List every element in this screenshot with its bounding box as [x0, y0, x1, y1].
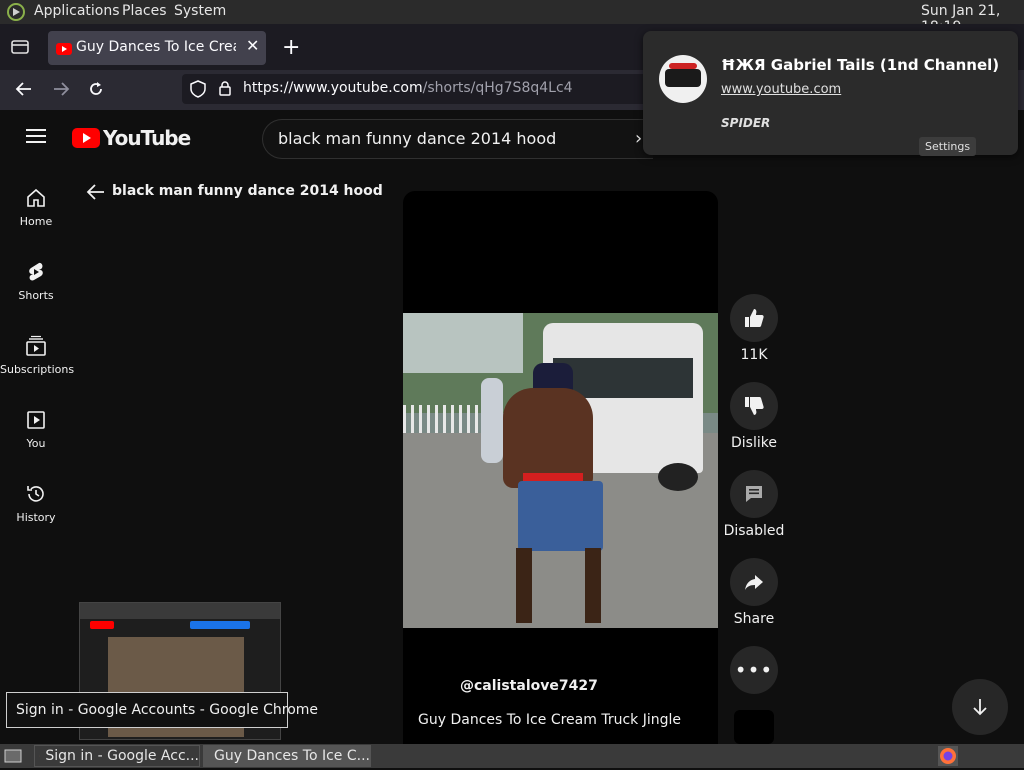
share-button[interactable]: [730, 558, 778, 606]
dislike-button[interactable]: [730, 382, 778, 430]
youtube-favicon-icon: [56, 40, 72, 59]
url-bar[interactable]: https://www.youtube.com/shorts/qHg7S8q4L…: [182, 74, 652, 104]
browser-tab[interactable]: Guy Dances To Ice Cream Tr ✕: [48, 31, 266, 65]
tab-close-icon[interactable]: ✕: [246, 36, 259, 55]
video-sky: [403, 313, 523, 373]
video-frame[interactable]: [403, 313, 718, 628]
forward-arrow-icon[interactable]: [51, 80, 71, 102]
reload-icon[interactable]: [87, 80, 105, 102]
avatar-shades: [665, 69, 701, 87]
you-icon: [25, 409, 47, 431]
subscriptions-icon: [25, 335, 47, 357]
home-icon: [25, 187, 47, 209]
thumbs-up-icon: [743, 307, 765, 329]
tray-firefox-icon[interactable]: [938, 746, 958, 766]
sidebar-item-label: You: [27, 437, 46, 450]
distro-logo-icon[interactable]: [7, 3, 25, 25]
preview-youtube-logo: [90, 621, 114, 629]
avatar-cap: [669, 63, 697, 69]
arrow-down-icon: [970, 697, 990, 717]
shorts-icon: [25, 261, 47, 283]
window-tooltip-text: Sign in - Google Accounts - Google Chrom…: [16, 702, 318, 718]
comment-icon: [743, 483, 765, 505]
url-path: /shorts/qHg7S8q4Lc4: [423, 80, 573, 96]
like-button[interactable]: [730, 294, 778, 342]
comments-button[interactable]: [730, 470, 778, 518]
more-horizontal-icon: •••: [735, 665, 773, 675]
menu-places[interactable]: Places: [122, 3, 167, 19]
video-van-wheel: [658, 463, 698, 491]
new-tab-icon[interactable]: +: [282, 35, 300, 60]
taskbar-item-label: Guy Dances To Ice C...: [214, 748, 370, 764]
sound-thumbnail[interactable]: [734, 710, 774, 744]
notification-channel-name: ĦЖЯ Gabriel Tails (1nd Channel): [721, 56, 999, 74]
sidebar-item-home[interactable]: Home: [0, 187, 72, 228]
next-short-button[interactable]: [952, 679, 1008, 735]
system-panel: Applications Places System Sun Jan 21, 1…: [0, 0, 1024, 24]
search-input[interactable]: black man funny dance 2014 hood ›: [262, 119, 653, 159]
menu-system[interactable]: System: [174, 3, 226, 19]
taskbar-item-chrome[interactable]: Sign in - Google Acc...: [34, 745, 200, 767]
url-domain: https://www.youtube.com: [243, 80, 423, 96]
video-fence: [403, 405, 483, 433]
youtube-logo-icon[interactable]: [72, 128, 100, 152]
thumbs-down-icon: [743, 395, 765, 417]
lock-icon[interactable]: [218, 80, 232, 100]
notification-popup[interactable]: ĦЖЯ Gabriel Tails (1nd Channel) www.yout…: [643, 31, 1018, 155]
url-text: https://www.youtube.com/shorts/qHg7S8q4L…: [243, 80, 573, 96]
more-actions-button[interactable]: •••: [730, 646, 778, 694]
sidebar-item-you[interactable]: You: [0, 409, 72, 450]
shield-icon[interactable]: [190, 80, 206, 102]
sidebar-item-label: Home: [20, 215, 52, 228]
sidebar-item-label: Shorts: [18, 289, 53, 302]
channel-avatar: [659, 55, 707, 103]
share-label: Share: [714, 611, 794, 627]
preview-signin-bar: [190, 621, 250, 629]
search-query: black man funny dance 2014 hood: [278, 129, 556, 148]
dislike-label: Dislike: [714, 435, 794, 451]
video-dancer-shorts: [518, 481, 603, 551]
tab-overview-icon[interactable]: [10, 38, 30, 60]
sidebar-item-label: History: [16, 511, 55, 524]
notification-site-link[interactable]: www.youtube.com: [721, 82, 841, 97]
menu-applications[interactable]: Applications: [34, 3, 120, 19]
share-icon: [743, 571, 765, 593]
video-dancer-leg-left: [516, 548, 532, 623]
hamburger-menu-icon[interactable]: [26, 128, 46, 148]
search-clear-icon[interactable]: ›: [635, 128, 642, 149]
notification-channel-prefix: ĦЖЯ: [721, 56, 766, 74]
video-bystander: [481, 378, 503, 463]
sidebar-item-history[interactable]: History: [0, 483, 72, 524]
short-channel-handle[interactable]: @calistalove7427: [460, 678, 598, 694]
back-arrow-icon[interactable]: [86, 183, 106, 205]
settings-tooltip: Settings: [919, 137, 976, 156]
tab-title: Guy Dances To Ice Cream Tr: [76, 39, 236, 55]
comments-label: Disabled: [714, 523, 794, 539]
short-title: Guy Dances To Ice Cream Truck Jingle: [418, 712, 681, 728]
show-desktop-icon[interactable]: [3, 746, 23, 770]
sidebar-item-label: Subscriptions: [0, 363, 74, 376]
preview-titlebar: [80, 603, 280, 619]
like-count: 11K: [714, 347, 794, 363]
window-tooltip: Sign in - Google Accounts - Google Chrom…: [6, 692, 288, 728]
sidebar-item-subscriptions[interactable]: Subscriptions: [0, 335, 72, 376]
video-dancer-leg-right: [585, 548, 601, 623]
back-arrow-icon[interactable]: [14, 80, 34, 102]
youtube-logo-text[interactable]: YouTube: [103, 126, 190, 150]
taskbar-item-firefox[interactable]: Guy Dances To Ice C...: [203, 745, 371, 767]
history-icon: [25, 483, 47, 505]
video-dancer-hat: [533, 363, 573, 391]
notification-body: SPIDER: [721, 116, 770, 130]
sidebar-item-shorts[interactable]: Shorts: [0, 261, 72, 302]
taskbar-item-label: Sign in - Google Acc...: [45, 748, 199, 764]
shorts-search-title: black man funny dance 2014 hood: [112, 183, 383, 199]
notification-channel-title: Gabriel Tails (1nd Channel): [771, 56, 999, 74]
